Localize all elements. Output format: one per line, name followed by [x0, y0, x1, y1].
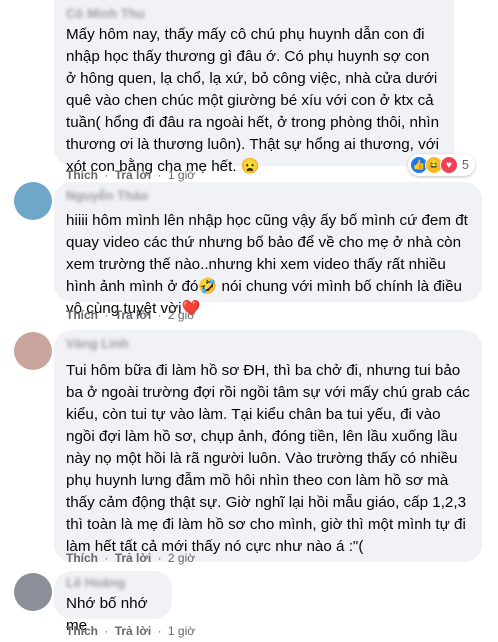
comment-text: hiiii hôm mình lên nhập học cũng vậy ấy … [66, 212, 468, 317]
timestamp[interactable]: 2 giờ [168, 308, 195, 322]
reply-link[interactable]: Trả lời [115, 624, 152, 638]
comment-bubble: Lê Hoàng Nhớ bố nhớ mẹ [54, 571, 172, 634]
comment-actions: Thích · Trả lời · 1 giờ [66, 624, 195, 638]
comment-text: Mấy hôm nay, thấy mấy cô chú phụ huynh d… [66, 26, 440, 175]
separator: · [157, 308, 162, 322]
avatar[interactable] [14, 182, 52, 220]
separator: · [104, 624, 109, 638]
separator: · [157, 168, 162, 182]
separator: · [157, 551, 162, 565]
reaction-summary[interactable]: 👍 😆 ♥ 5 [408, 154, 475, 176]
avatar[interactable] [14, 573, 52, 611]
timestamp[interactable]: 1 giờ [168, 624, 195, 638]
reply-link[interactable]: Trả lời [115, 308, 152, 322]
like-link[interactable]: Thích [66, 308, 98, 322]
reaction-count: 5 [462, 158, 469, 172]
avatar[interactable] [14, 332, 52, 370]
commenter-name[interactable]: Cô Minh Thu [66, 6, 442, 22]
commenter-name[interactable]: Lê Hoàng [66, 575, 160, 591]
comment-actions: Thích · Trả lời · 2 giờ [66, 308, 195, 322]
commenter-name[interactable]: Nguyễn Thảo [66, 188, 470, 204]
commenter-name[interactable]: Vàng Linh [66, 336, 470, 352]
comment-actions: Thích · Trả lời · 2 giờ [66, 551, 195, 565]
comment-actions: Thích · Trả lời · 1 giờ [66, 168, 195, 182]
like-link[interactable]: Thích [66, 168, 98, 182]
comment-text: Tui hôm bữa đi làm hồ sơ ĐH, thì ba chở … [66, 362, 470, 555]
separator: · [104, 551, 109, 565]
like-link[interactable]: Thích [66, 624, 98, 638]
love-reaction-icon: ♥ [440, 156, 458, 174]
comment-bubble: Vàng Linh Tui hôm bữa đi làm hồ sơ ĐH, t… [54, 330, 482, 562]
separator: · [104, 308, 109, 322]
comment-bubble: Nguyễn Thảo hiiii hôm mình lên nhập học … [54, 182, 482, 317]
separator: · [104, 168, 109, 182]
timestamp[interactable]: 1 giờ [168, 168, 195, 182]
separator: · [157, 624, 162, 638]
timestamp[interactable]: 2 giờ [168, 551, 195, 565]
comment-bubble: Cô Minh Thu Mấy hôm nay, thấy mấy cô chú… [54, 0, 454, 175]
like-link[interactable]: Thích [66, 551, 98, 565]
reply-link[interactable]: Trả lời [115, 551, 152, 565]
reply-link[interactable]: Trả lời [115, 168, 152, 182]
